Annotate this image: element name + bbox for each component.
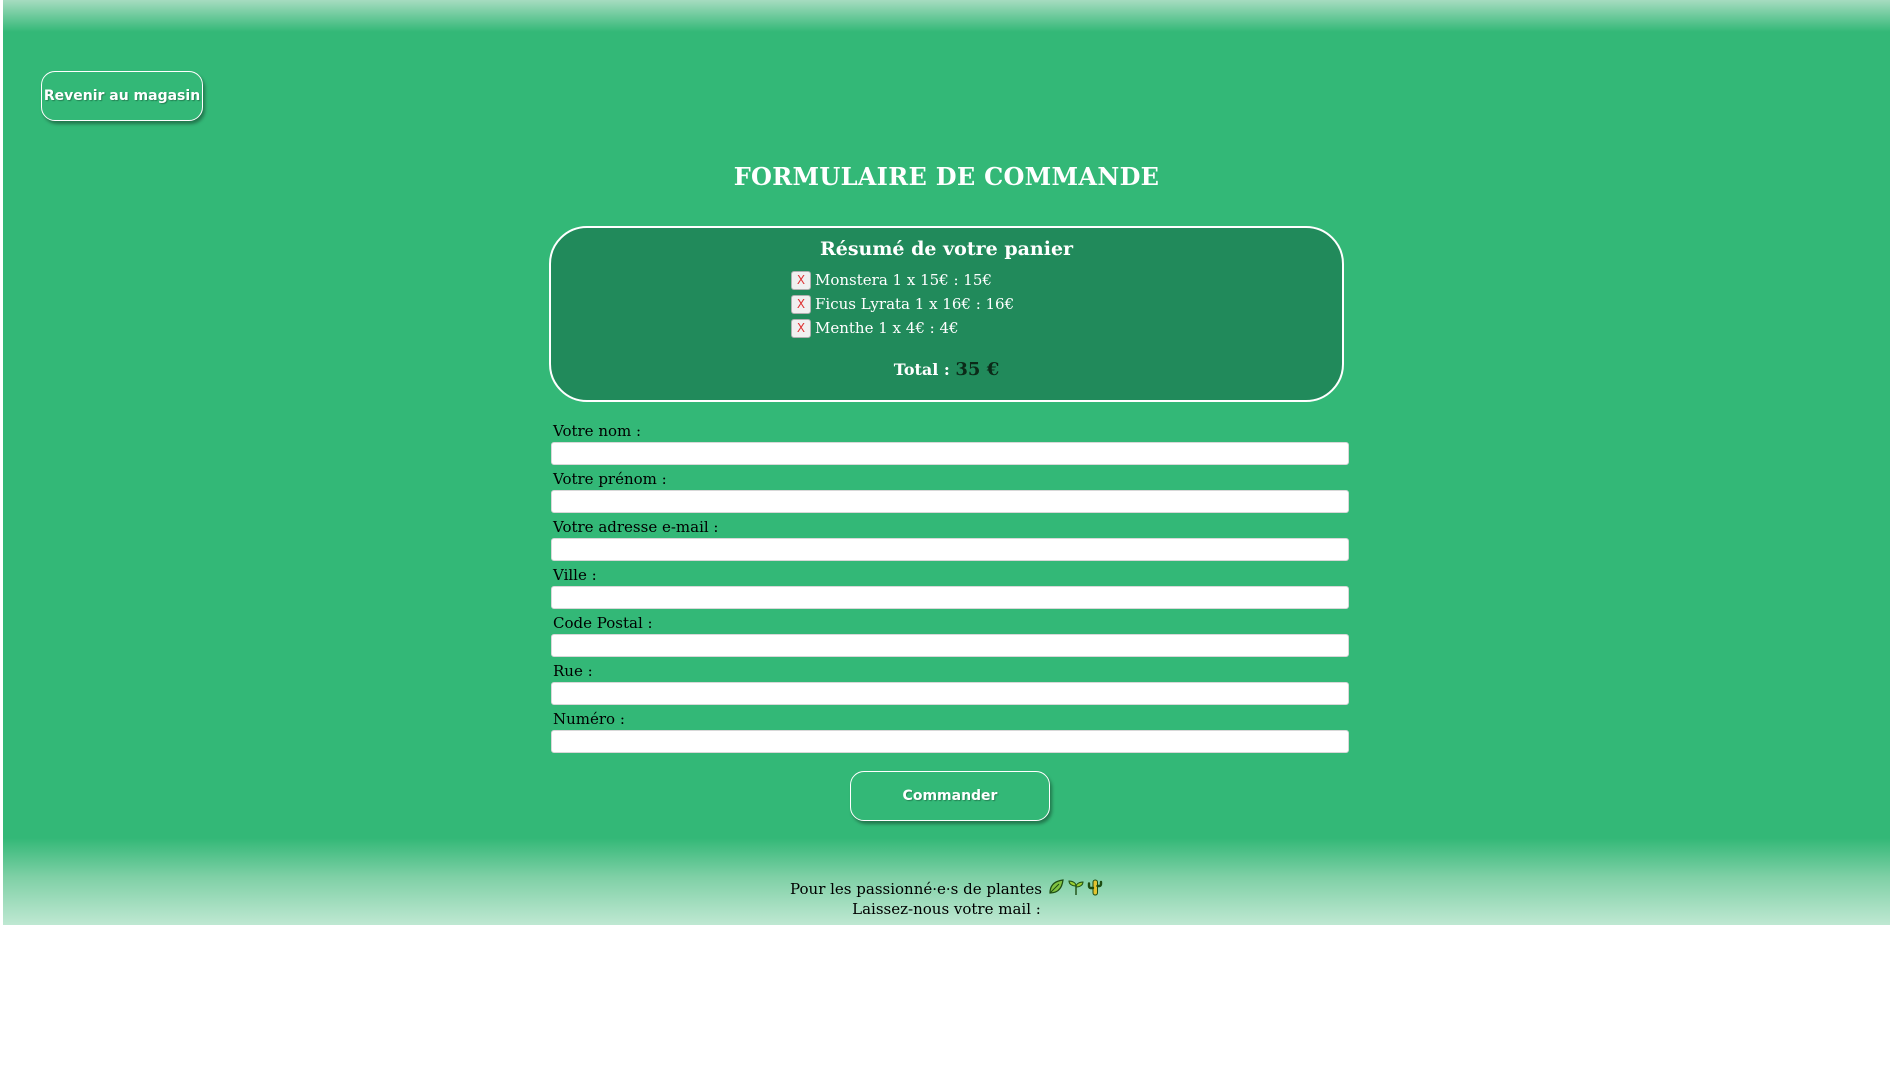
cart-list: X Monstera 1 x 15€ : 15€ X Ficus Lyrata … xyxy=(791,268,1014,340)
order-button[interactable]: Commander xyxy=(850,771,1050,821)
cart-item-text: Menthe 1 x 4€ : 4€ xyxy=(815,319,959,337)
email-input[interactable] xyxy=(551,538,1349,561)
cactus-icon xyxy=(1087,878,1103,900)
field-label: Votre prénom : xyxy=(553,470,667,488)
remove-item-button[interactable]: X xyxy=(791,270,811,290)
city-input[interactable] xyxy=(551,586,1349,609)
remove-item-button[interactable]: X xyxy=(791,294,811,314)
top-gradient xyxy=(3,0,1890,32)
field-label: Votre nom : xyxy=(553,422,642,440)
order-form: Votre nom : Votre prénom : Votre adresse… xyxy=(551,421,1349,757)
field-email: Votre adresse e-mail : xyxy=(551,517,1349,565)
page-title: FORMULAIRE DE COMMANDE xyxy=(733,162,1160,191)
field-last-name: Votre nom : xyxy=(551,421,1349,469)
field-label: Rue : xyxy=(553,662,593,680)
first-name-input[interactable] xyxy=(551,490,1349,513)
cart-total: Total : 35 € xyxy=(551,359,1342,380)
field-postal-code: Code Postal : xyxy=(551,613,1349,661)
leaf-icon xyxy=(1047,878,1065,900)
newsletter-label: Laissez-nous votre mail : xyxy=(852,900,1041,918)
page: Revenir au magasin FORMULAIRE DE COMMAND… xyxy=(3,0,1890,925)
cart-item: X Ficus Lyrata 1 x 16€ : 16€ xyxy=(791,292,1014,316)
postal-code-input[interactable] xyxy=(551,634,1349,657)
field-city: Ville : xyxy=(551,565,1349,613)
total-label: Total : xyxy=(893,360,950,379)
footer: Pour les passionné·e·s de plantes Laisse… xyxy=(3,838,1890,925)
footer-tagline-row: Pour les passionné·e·s de plantes xyxy=(3,878,1890,900)
field-label: Votre adresse e-mail : xyxy=(553,518,719,536)
seedling-icon xyxy=(1067,878,1085,900)
field-label: Numéro : xyxy=(553,710,625,728)
cart-item-text: Monstera 1 x 15€ : 15€ xyxy=(815,271,992,289)
total-amount: 35 € xyxy=(955,359,1000,380)
last-name-input[interactable] xyxy=(551,442,1349,465)
street-input[interactable] xyxy=(551,682,1349,705)
cart-summary-title: Résumé de votre panier xyxy=(819,238,1074,260)
cart-item: X Menthe 1 x 4€ : 4€ xyxy=(791,316,1014,340)
cart-summary: Résumé de votre panier X Monstera 1 x 15… xyxy=(549,226,1344,402)
field-number: Numéro : xyxy=(551,709,1349,757)
remove-item-button[interactable]: X xyxy=(791,318,811,338)
field-label: Ville : xyxy=(553,566,597,584)
field-label: Code Postal : xyxy=(553,614,653,632)
street-number-input[interactable] xyxy=(551,730,1349,753)
field-street: Rue : xyxy=(551,661,1349,709)
cart-item-text: Ficus Lyrata 1 x 16€ : 16€ xyxy=(815,295,1015,313)
field-first-name: Votre prénom : xyxy=(551,469,1349,517)
back-to-shop-button[interactable]: Revenir au magasin xyxy=(41,71,203,121)
scrollbar-edge xyxy=(1890,100,1895,760)
footer-tagline: Pour les passionné·e·s de plantes xyxy=(790,880,1042,898)
plant-icons xyxy=(1047,878,1103,900)
cart-item: X Monstera 1 x 15€ : 15€ xyxy=(791,268,1014,292)
